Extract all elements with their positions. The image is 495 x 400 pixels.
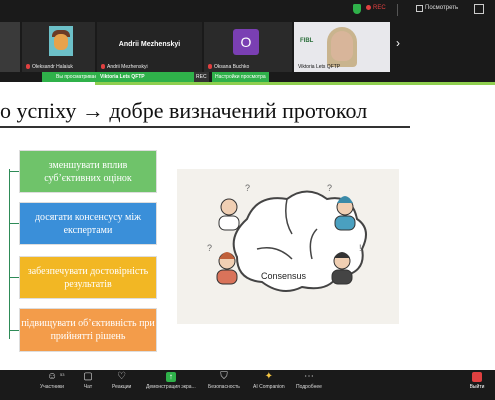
title-underline <box>0 126 410 128</box>
chat-icon: ▢ <box>83 371 93 382</box>
connector-branch <box>9 277 19 278</box>
participant-name: Oksana Buchko <box>208 64 249 70</box>
slide-accent-line <box>95 82 495 85</box>
people-icon: ☺ <box>46 371 58 382</box>
shield-icon[interactable] <box>353 4 361 14</box>
muted-mic-icon <box>26 64 30 70</box>
consensus-illustration: ? ? ? ! Consensus <box>177 169 399 324</box>
security-button[interactable]: ⛉ Безопасность <box>208 371 240 391</box>
sparkle-icon: ✦ <box>264 371 274 382</box>
video-face <box>331 31 353 61</box>
connector-branch <box>9 330 19 331</box>
fibl-logo: FIBL <box>300 38 314 44</box>
participant-name-text: Oleksandr Halaiuk <box>32 64 73 70</box>
svg-text:?: ? <box>245 183 250 193</box>
participant-strip: Oleksandr Halaiuk Andrii Mezhenskyi Andr… <box>0 20 495 72</box>
share-label: Демонстрация экра... <box>146 384 196 390</box>
reactions-button[interactable]: ♡ Реакции <box>112 371 132 391</box>
slide-box: підвищувати об’єктивність при прийнятті … <box>19 308 157 352</box>
top-bar: REC Посмотреть <box>0 0 495 20</box>
svg-text:?: ? <box>207 243 212 253</box>
muted-mic-icon <box>208 64 212 70</box>
slide-box: зменшувати вплив суб’єктивних оцінок <box>19 150 157 193</box>
more-button[interactable]: ⋯ Подробнее <box>296 371 322 391</box>
share-arrow-icon: ↑ <box>165 372 176 382</box>
chat-button[interactable]: ▢ Чат <box>83 371 93 391</box>
fullscreen-icon[interactable] <box>474 4 484 14</box>
more-label: Подробнее <box>296 384 322 390</box>
connector-branch <box>9 223 19 224</box>
view-button[interactable]: Посмотреть <box>425 5 458 11</box>
participant-tile[interactable]: Oleksandr Halaiuk <box>22 22 95 72</box>
security-label: Безопасность <box>208 384 240 390</box>
illustration-caption: Consensus <box>261 271 307 281</box>
participant-tile[interactable]: O Oksana Buchko <box>204 22 292 72</box>
svg-text:!: ! <box>359 243 362 253</box>
participant-tile[interactable]: Andrii Mezhenskyi Andrii Mezhenskyi <box>97 22 202 72</box>
svg-text:?: ? <box>327 183 332 193</box>
divider <box>397 4 398 16</box>
slide-box: забезпечувати достовірність результатів <box>19 256 157 299</box>
view-settings-button[interactable]: Настройки просмотра <box>212 72 269 82</box>
participant-display-name: Andrii Mezhenskyi <box>118 41 181 48</box>
more-dots-icon: ⋯ <box>303 371 314 382</box>
participants-label: Участники <box>40 384 64 390</box>
participant-name-text: Andrii Mezhenskyi <box>107 64 148 70</box>
leave-label: Выйти <box>469 384 485 390</box>
grid-view-icon[interactable] <box>416 5 423 12</box>
slide-box: досягати консенсусу між експертами <box>19 202 157 245</box>
connector-line <box>9 169 10 339</box>
avatar-initial: O <box>233 29 259 55</box>
muted-mic-icon <box>101 64 105 70</box>
participant-name: Viktoria Lets QFTP <box>298 64 340 70</box>
participant-name: Oleksandr Halaiuk <box>26 64 73 70</box>
recording-indicator: REC <box>366 5 386 11</box>
slide-title: о успіху → добре визначений протокол <box>0 98 368 123</box>
participant-name-text: Viktoria Lets QFTP <box>298 64 341 70</box>
share-screen-button[interactable]: ↑ Демонстрация экра... <box>146 372 196 390</box>
avatar <box>49 26 73 56</box>
participants-button[interactable]: ☺ 53 Участники <box>40 371 65 391</box>
ai-label: AI Companion <box>253 384 285 390</box>
shared-slide: о успіху → добре визначений протокол зме… <box>0 82 495 370</box>
participant-tile[interactable]: FIBL Viktoria Lets QFTP <box>294 22 390 72</box>
exit-icon <box>472 372 482 382</box>
participant-tile[interactable] <box>0 22 20 72</box>
heart-icon: ♡ <box>117 371 127 382</box>
chevron-right-icon[interactable]: › <box>396 36 400 50</box>
leave-button[interactable]: Выйти <box>462 372 492 398</box>
share-rec-indicator: REC <box>194 72 209 82</box>
avatar-face <box>54 34 68 50</box>
ai-companion-button[interactable]: ✦ AI Companion <box>253 371 285 391</box>
participant-name-text: Oksana Buchko <box>214 64 250 70</box>
participants-count: 53 <box>60 372 65 377</box>
shield-icon: ⛉ <box>220 371 228 382</box>
puzzle-brain-icon: ? ? ? ! <box>207 183 367 292</box>
chat-label: Чат <box>83 384 93 390</box>
presenter-pill[interactable]: Viktoria Lets QFTP <box>96 72 149 82</box>
meeting-toolbar: ☺ 53 Участники ▢ Чат ♡ Реакции ↑ Демонст… <box>0 370 495 400</box>
reactions-label: Реакции <box>112 384 132 390</box>
participant-name: Andrii Mezhenskyi <box>101 64 148 70</box>
connector-branch <box>9 171 19 172</box>
